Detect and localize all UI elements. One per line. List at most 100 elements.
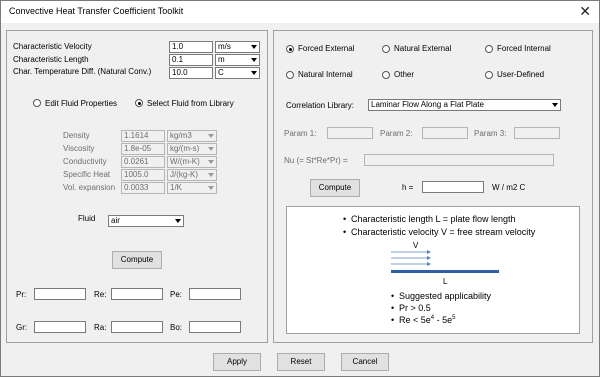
fluid-label: Fluid: [78, 214, 96, 223]
re-label: Re:: [94, 290, 107, 299]
select-library-radio[interactable]: [135, 99, 143, 107]
length-label: Characteristic Length: [13, 55, 89, 64]
edit-properties-label[interactable]: Edit Fluid Properties: [45, 99, 117, 108]
velocity-unit-value: m/s: [218, 42, 231, 51]
close-icon[interactable]: ✕: [579, 3, 591, 19]
gr-output[interactable]: [34, 321, 86, 333]
correlation-select[interactable]: Laminar Flow Along a Flat Plate: [368, 99, 561, 111]
velocity-unit-select[interactable]: m/s: [215, 41, 260, 53]
density-input[interactable]: 1.1614: [121, 130, 165, 142]
gr-label: Gr:: [16, 323, 28, 332]
bo-output[interactable]: [189, 321, 241, 333]
specific-heat-input[interactable]: 1005.0: [121, 169, 165, 181]
param3-input[interactable]: [514, 127, 560, 139]
h-output[interactable]: [422, 181, 484, 193]
nu-label: Nu (= St*Re*Pr) =: [284, 156, 348, 165]
conductivity-label: Conductivity: [63, 157, 107, 166]
conductivity-input[interactable]: 0.0261: [121, 156, 165, 168]
viscosity-label: Viscosity: [63, 144, 95, 153]
tempdiff-unit-select[interactable]: C: [215, 67, 260, 79]
specific-heat-label: Specific Heat: [63, 170, 111, 179]
edit-properties-radio[interactable]: [33, 99, 41, 107]
param2-input[interactable]: [422, 127, 468, 139]
flow-arrowhead-2: [427, 256, 431, 260]
pr-output[interactable]: [34, 288, 86, 300]
flow-arrowhead-1: [427, 250, 431, 254]
chevron-down-icon: [206, 183, 216, 193]
reset-button[interactable]: Reset: [277, 353, 325, 371]
vol-expansion-label: Vol. expansion: [63, 183, 116, 192]
length-unit-value: m: [218, 55, 225, 64]
chevron-down-icon: [249, 68, 259, 78]
info-length-text: Characteristic length L = plate flow len…: [343, 214, 515, 224]
viscosity-unit-select[interactable]: kg/(m-s): [167, 143, 217, 155]
vol-expansion-input[interactable]: 0.0033: [121, 182, 165, 194]
other-radio[interactable]: [382, 71, 390, 79]
re-condition-prefix: Re < 5e: [399, 315, 431, 325]
chevron-down-icon: [550, 100, 560, 110]
apply-button[interactable]: Apply: [213, 353, 261, 371]
natural-internal-radio[interactable]: [286, 71, 294, 79]
re-exponent-2: 5: [452, 315, 456, 321]
chevron-down-icon: [249, 42, 259, 52]
param3-label: Param 3:: [474, 129, 507, 138]
pe-output[interactable]: [189, 288, 241, 300]
param2-label: Param 2:: [380, 129, 413, 138]
compute-right-button[interactable]: Compute: [310, 179, 360, 197]
h-label: h =: [402, 183, 414, 192]
h-unit-label: W / m2 C: [492, 183, 526, 192]
flat-plate: [391, 270, 499, 273]
natural-internal-label[interactable]: Natural Internal: [298, 70, 353, 79]
chevron-down-icon: [249, 55, 259, 65]
pr-label: Pr:: [16, 290, 27, 299]
re-condition-mid: - 5e: [434, 315, 453, 325]
correlation-value: Laminar Flow Along a Flat Plate: [371, 100, 484, 109]
select-library-label[interactable]: Select Fluid from Library: [147, 99, 234, 108]
specific-heat-unit-select[interactable]: J/(kg-K): [167, 169, 217, 181]
forced-external-radio[interactable]: [286, 45, 294, 53]
natural-external-radio[interactable]: [382, 45, 390, 53]
re-output[interactable]: [111, 288, 163, 300]
chevron-down-icon: [206, 170, 216, 180]
natural-external-label[interactable]: Natural External: [394, 44, 451, 53]
specific-heat-unit-value: J/(kg-K): [170, 170, 198, 179]
correlation-info-panel: Characteristic length L = plate flow len…: [286, 206, 580, 334]
velocity-input[interactable]: 1.0: [169, 41, 213, 53]
nu-input[interactable]: [364, 154, 554, 166]
conductivity-unit-select[interactable]: W/(m-K): [167, 156, 217, 168]
viscosity-input[interactable]: 1.8e-05: [121, 143, 165, 155]
fluid-select[interactable]: air: [108, 215, 184, 227]
tempdiff-label: Char. Temperature Diff. (Natural Conv.): [13, 67, 152, 76]
user-defined-label[interactable]: User-Defined: [497, 70, 544, 79]
density-unit-value: kg/m3: [170, 131, 192, 140]
pr-condition: Pr > 0.5: [391, 303, 431, 313]
compute-left-button[interactable]: Compute: [112, 251, 162, 269]
vol-expansion-unit-select[interactable]: 1/K: [167, 182, 217, 194]
correlation-label: Correlation Library:: [286, 101, 355, 110]
chevron-down-icon: [206, 144, 216, 154]
velocity-label: Characteristic Velocity: [13, 42, 92, 51]
ra-output[interactable]: [111, 321, 163, 333]
tempdiff-unit-value: C: [218, 68, 224, 77]
re-condition: Re < 5e4 - 5e5: [391, 315, 456, 325]
vol-expansion-unit-value: 1/K: [170, 183, 183, 192]
forced-internal-radio[interactable]: [485, 45, 493, 53]
viscosity-unit-value: kg/(m-s): [170, 144, 200, 153]
length-input[interactable]: 0.1: [169, 54, 213, 66]
forced-internal-label[interactable]: Forced Internal: [497, 44, 551, 53]
density-unit-select[interactable]: kg/m3: [167, 130, 217, 142]
title-bar: Convective Heat Transfer Coefficient Too…: [1, 1, 599, 23]
length-unit-select[interactable]: m: [215, 54, 260, 66]
forced-external-label[interactable]: Forced External: [298, 44, 354, 53]
user-defined-radio[interactable]: [485, 71, 493, 79]
other-label[interactable]: Other: [394, 70, 414, 79]
tempdiff-input[interactable]: 10.0: [169, 67, 213, 79]
left-panel: Characteristic Velocity 1.0 m/s Characte…: [6, 30, 268, 343]
ra-label: Ra:: [94, 323, 107, 332]
window-title: Convective Heat Transfer Coefficient Too…: [9, 6, 184, 16]
fluid-value: air: [111, 216, 120, 225]
param1-input[interactable]: [327, 127, 373, 139]
app-window: Convective Heat Transfer Coefficient Too…: [0, 0, 600, 377]
cancel-button[interactable]: Cancel: [341, 353, 389, 371]
chevron-down-icon: [173, 216, 183, 226]
